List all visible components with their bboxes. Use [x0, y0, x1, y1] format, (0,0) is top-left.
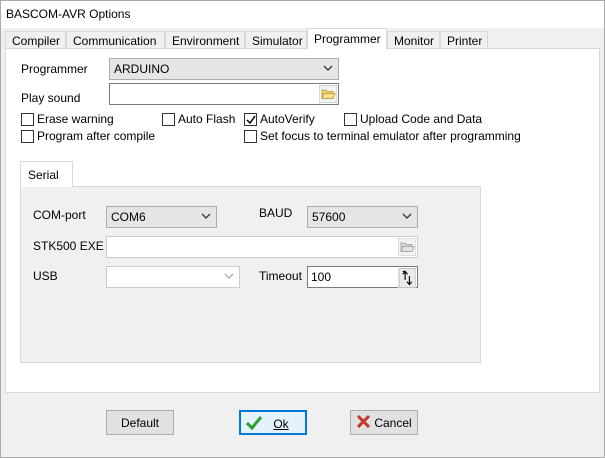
checkmark-icon	[246, 416, 262, 430]
com-port-select-value: COM6	[111, 210, 146, 224]
erase-warning-checkbox[interactable]: Erase warning	[21, 112, 141, 127]
com-port-select[interactable]: COM6	[106, 206, 217, 228]
baud-label: BAUD	[259, 206, 293, 220]
baud-select-value: 57600	[312, 210, 346, 224]
chevron-down-icon	[323, 65, 333, 71]
spin-arrows-icon[interactable]	[398, 268, 416, 288]
chevron-down-icon	[224, 273, 234, 279]
chevron-down-icon	[402, 213, 412, 219]
stk500-exe-label: STK500 EXE	[33, 239, 104, 253]
upload-code-and-data-checkbox[interactable]: Upload Code and Data	[344, 112, 484, 127]
timeout-label: Timeout	[259, 269, 302, 283]
checkmark-icon	[246, 115, 256, 125]
timeout-value: 100	[311, 270, 332, 284]
program-after-compile-checkbox[interactable]: Program after compile	[21, 129, 161, 144]
usb-label: USB	[33, 269, 58, 283]
tab-serial[interactable]: Serial	[20, 161, 73, 187]
chevron-down-icon	[201, 213, 211, 219]
ok-button[interactable]: Ok	[239, 410, 307, 435]
auto-verify-checkbox[interactable]: AutoVerify	[244, 112, 324, 127]
com-port-label: COM-port	[33, 208, 86, 222]
timeout-input[interactable]: 100	[307, 266, 418, 288]
programmer-select[interactable]: ARDUINO	[109, 58, 339, 80]
options-window: BASCOM-AVR Options Compiler Communicatio…	[0, 0, 605, 458]
play-sound-label: Play sound	[21, 91, 81, 105]
programmer-select-value: ARDUINO	[114, 62, 170, 76]
auto-flash-checkbox[interactable]: Auto Flash	[162, 112, 242, 127]
stk500-exe-input[interactable]	[106, 236, 418, 258]
usb-select[interactable]	[106, 266, 240, 288]
set-focus-terminal-checkbox[interactable]: Set focus to terminal emulator after pro…	[244, 129, 529, 144]
close-icon	[357, 415, 370, 428]
baud-select[interactable]: 57600	[307, 206, 418, 228]
programmer-label: Programmer	[21, 62, 88, 76]
play-sound-input[interactable]	[109, 83, 339, 105]
tab-programmer[interactable]: Programmer	[307, 28, 387, 50]
folder-open-icon[interactable]	[319, 85, 337, 103]
window-title: BASCOM-AVR Options	[1, 1, 604, 28]
default-button[interactable]: Default	[106, 410, 174, 435]
cancel-button[interactable]: Cancel	[350, 410, 418, 435]
folder-open-icon[interactable]	[398, 238, 416, 256]
